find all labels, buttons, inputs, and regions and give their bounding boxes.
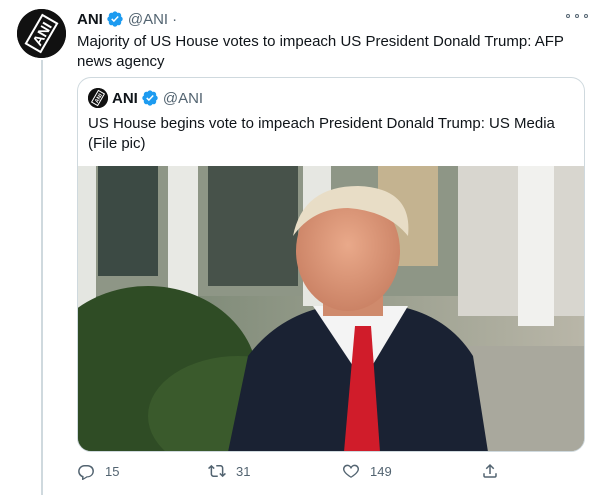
author-name[interactable]: ANI	[77, 11, 103, 28]
quoted-author-name: ANI	[112, 89, 138, 107]
more-icon[interactable]	[566, 9, 588, 23]
thread-line	[41, 60, 43, 495]
reply-button[interactable]: 15	[77, 460, 119, 482]
tweet-media-image[interactable]	[78, 166, 584, 451]
verified-badge-icon	[142, 90, 158, 106]
verified-badge-icon	[107, 11, 123, 27]
like-count: 149	[370, 463, 392, 479]
avatar[interactable]: ANI	[17, 9, 66, 58]
retweet-button[interactable]: 31	[208, 460, 250, 482]
retweet-count: 31	[236, 463, 251, 479]
reply-icon	[78, 465, 94, 480]
quoted-tweet-card[interactable]: ANI ANI @ANI US House begins vote to imp…	[77, 77, 585, 452]
ani-logo-icon: ANI	[17, 9, 66, 58]
quoted-tweet-text: US House begins vote to impeach Presiden…	[88, 115, 555, 152]
ani-logo-icon: ANI	[88, 88, 108, 108]
photo-illustration	[78, 166, 584, 451]
more-dot	[584, 14, 588, 18]
share-icon	[483, 463, 497, 478]
retweet-icon	[208, 464, 226, 478]
separator-dot: ·	[172, 10, 178, 28]
tweet-actions: 15 31 149	[77, 460, 497, 482]
like-icon	[342, 464, 360, 478]
share-button[interactable]	[481, 460, 499, 482]
tweet-text: Majority of US House votes to impeach US…	[77, 33, 564, 70]
reply-count: 15	[105, 463, 120, 479]
more-dot	[566, 14, 570, 18]
more-dot	[575, 14, 579, 18]
tweet-header: ANI @ANI ·	[77, 9, 177, 29]
quoted-tweet-header: ANI @ANI	[112, 88, 203, 108]
like-button[interactable]: 149	[342, 460, 392, 482]
quoted-author-handle: @ANI	[162, 89, 204, 107]
quoted-avatar: ANI	[88, 88, 108, 108]
author-handle[interactable]: @ANI	[128, 11, 168, 28]
